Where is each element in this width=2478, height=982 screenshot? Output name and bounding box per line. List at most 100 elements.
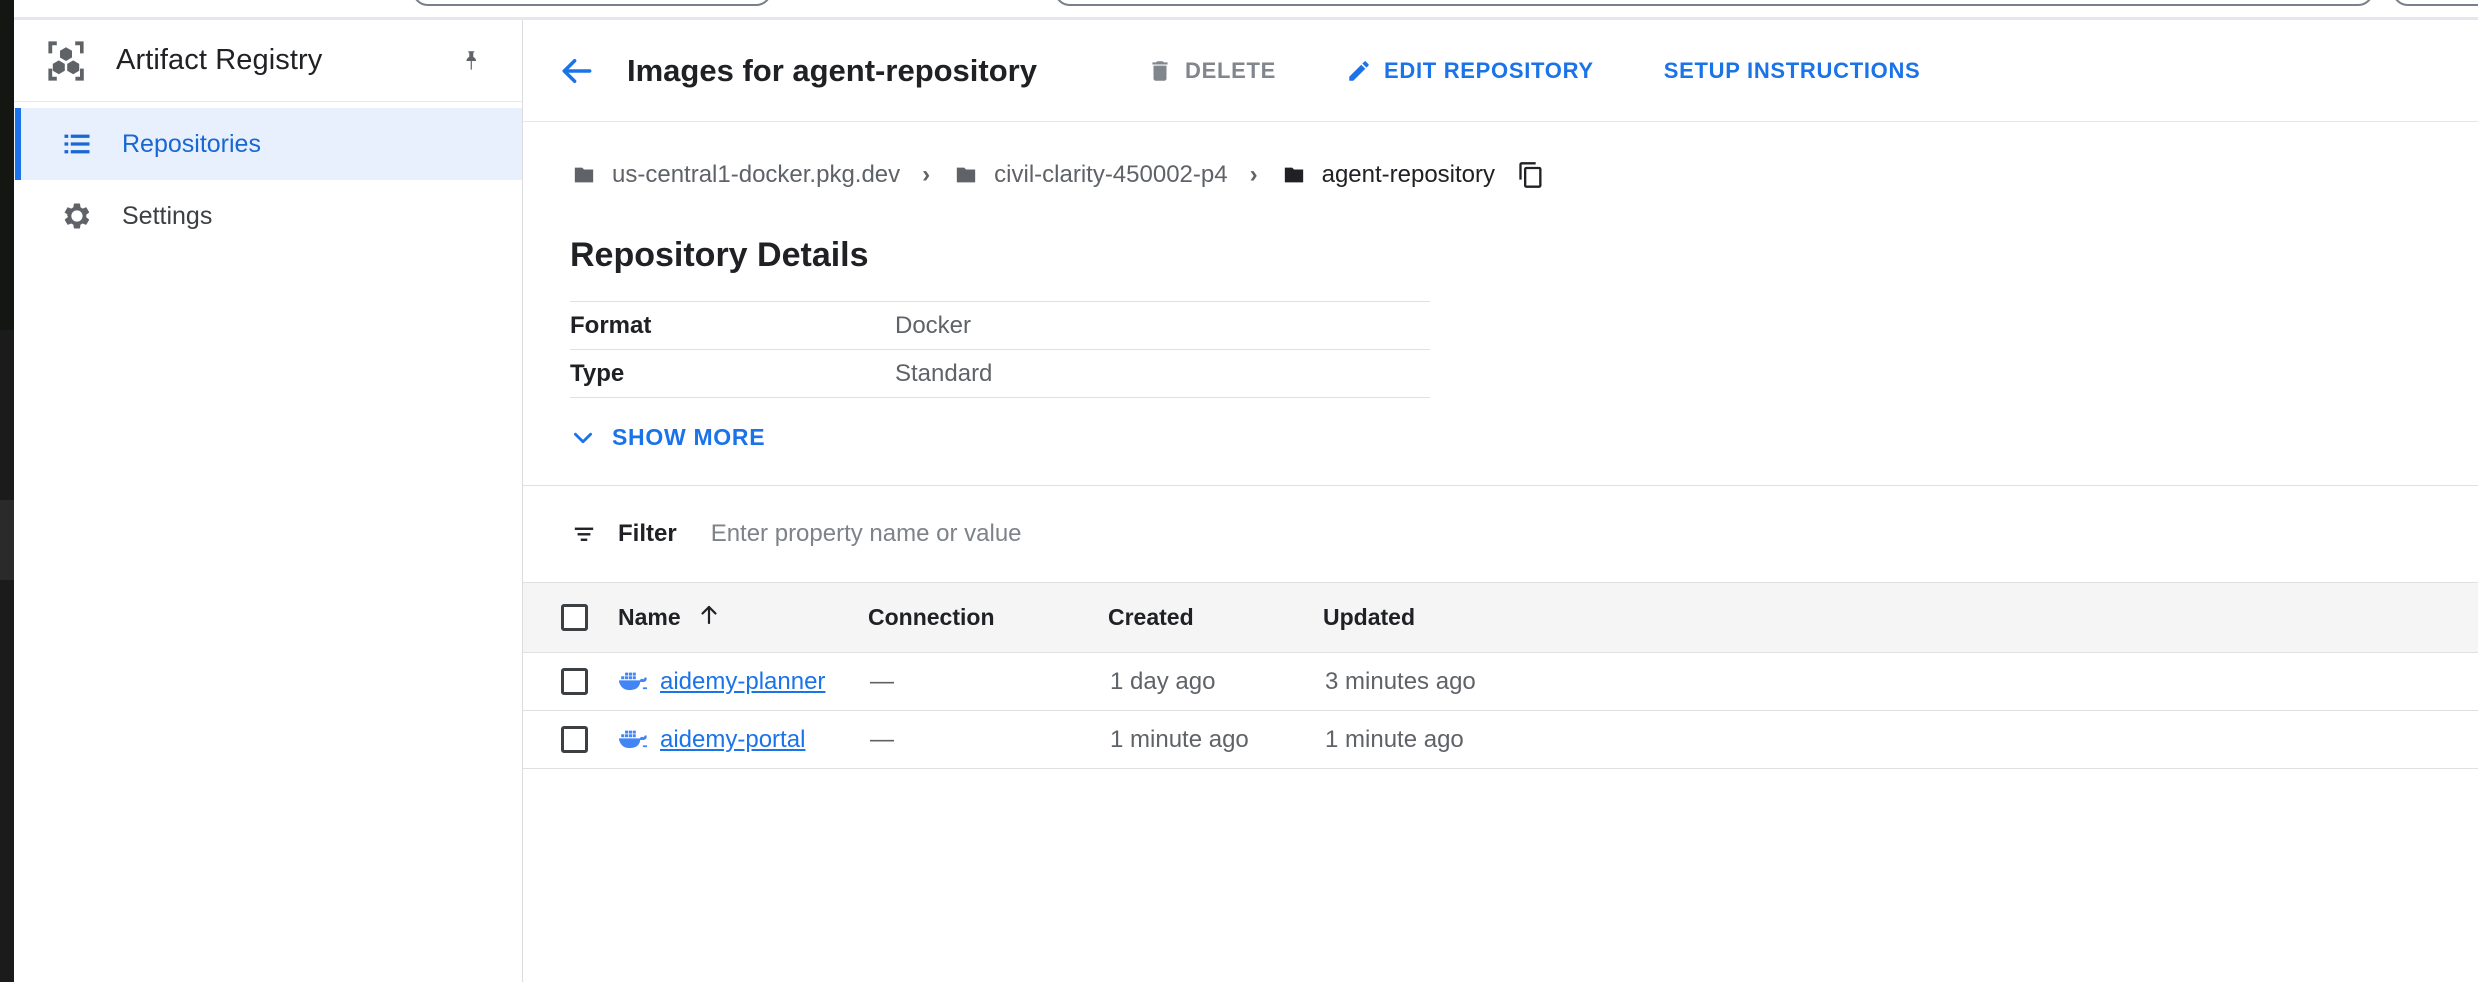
desktop-edge-band-mid: [0, 500, 14, 580]
table-header-row: Name Connection Created: [523, 583, 2478, 653]
breadcrumb-item-label: civil-clarity-450002-p4: [994, 161, 1227, 189]
copy-icon[interactable]: [1517, 160, 1545, 190]
sidebar-item-label: Settings: [122, 202, 212, 231]
filter-label: Filter: [618, 520, 677, 548]
trash-icon: [1147, 58, 1173, 84]
images-table: Name Connection Created: [523, 582, 2478, 769]
breadcrumb-item-label: agent-repository: [1322, 161, 1495, 189]
table-header-updated[interactable]: Updated: [1323, 583, 1623, 653]
setup-instructions-button[interactable]: SETUP INSTRUCTIONS: [1648, 42, 1937, 100]
page-title: Images for agent-repository: [627, 53, 1037, 89]
details-value: Standard: [895, 350, 1430, 398]
show-more-button[interactable]: SHOW MORE: [570, 424, 765, 451]
breadcrumb-item-registry[interactable]: us-central1-docker.pkg.dev: [570, 161, 900, 189]
folder-icon: [570, 164, 598, 186]
folder-icon-filled: [1280, 164, 1308, 186]
row-created-value: 1 day ago: [1108, 668, 1215, 695]
table-header-select: [523, 583, 618, 653]
delete-button-label: DELETE: [1185, 58, 1276, 84]
details-key: Format: [570, 302, 895, 350]
row-select-cell: [523, 711, 618, 769]
repository-details-table: Format Docker Type Standard: [570, 301, 1430, 398]
breadcrumb-item-project[interactable]: civil-clarity-450002-p4: [952, 161, 1227, 189]
browser-omnibox-fragment[interactable]: [1054, 0, 2374, 6]
browser-tab-fragment-1[interactable]: [412, 0, 772, 6]
setup-instructions-button-label: SETUP INSTRUCTIONS: [1664, 58, 1921, 84]
image-name-link[interactable]: aidemy-planner: [660, 668, 825, 696]
row-connection-value: —: [868, 668, 894, 695]
table-header-created-label: Created: [1108, 604, 1194, 631]
brand-title: Artifact Registry: [116, 44, 322, 77]
table-header-connection[interactable]: Connection: [868, 583, 1108, 653]
row-updated-value: 1 minute ago: [1323, 726, 1464, 753]
row-checkbox[interactable]: [561, 668, 588, 695]
sidebar: Artifact Registry Repositories: [14, 20, 523, 982]
gear-icon: [62, 201, 92, 231]
select-all-checkbox[interactable]: [561, 604, 588, 631]
table-header-updated-label: Updated: [1323, 604, 1415, 631]
table-header-name[interactable]: Name: [618, 583, 868, 653]
row-connection-cell: —: [868, 711, 1108, 769]
table-row[interactable]: aidemy-planner — 1 day ago 3 minutes ago: [523, 653, 2478, 711]
sidebar-item-repositories[interactable]: Repositories: [14, 108, 522, 180]
browser-tab-fragment-2[interactable]: [2392, 0, 2478, 6]
details-value: Docker: [895, 302, 1430, 350]
filter-input[interactable]: [711, 520, 1611, 548]
edit-repository-button-label: EDIT REPOSITORY: [1384, 58, 1594, 84]
brand-header: Artifact Registry: [14, 20, 522, 102]
table-row[interactable]: aidemy-portal — 1 minute ago 1 minute ag…: [523, 711, 2478, 769]
browser-chrome-sliver: [14, 0, 2478, 17]
pin-icon[interactable]: [458, 48, 484, 74]
sidebar-item-label: Repositories: [122, 130, 261, 159]
image-name-link[interactable]: aidemy-portal: [660, 726, 805, 754]
delete-button[interactable]: DELETE: [1131, 42, 1292, 100]
breadcrumb-item-repository: agent-repository: [1280, 161, 1495, 189]
details-key: Type: [570, 350, 895, 398]
sidebar-nav: Repositories Settings: [14, 102, 522, 252]
row-name-cell: aidemy-planner: [618, 653, 868, 711]
folder-icon: [952, 164, 980, 186]
row-name-cell: aidemy-portal: [618, 711, 868, 769]
row-updated-value: 3 minutes ago: [1323, 668, 1476, 695]
table-header-created[interactable]: Created: [1108, 583, 1323, 653]
row-spacer-cell: [1623, 711, 2478, 769]
arrow-up-icon: [697, 603, 721, 633]
row-checkbox[interactable]: [561, 726, 588, 753]
details-row: Format Docker: [570, 302, 1430, 350]
desktop-edge-strip: [0, 0, 14, 982]
row-connection-value: —: [868, 726, 894, 753]
docker-icon: [618, 670, 648, 694]
sidebar-item-settings[interactable]: Settings: [14, 180, 522, 252]
filter-bar: Filter: [523, 486, 2478, 582]
row-select-cell: [523, 653, 618, 711]
breadcrumb-separator: ›: [1250, 161, 1258, 189]
show-more-label: SHOW MORE: [612, 424, 765, 451]
filter-icon[interactable]: [570, 523, 598, 545]
table-header-connection-label: Connection: [868, 604, 995, 631]
artifact-registry-icon: [42, 37, 90, 85]
details-row: Type Standard: [570, 350, 1430, 398]
repository-details-title: Repository Details: [570, 236, 2478, 275]
row-updated-cell: 1 minute ago: [1323, 711, 1623, 769]
header-actions: DELETE EDIT REPOSITORY SETUP INSTRUCTION…: [1131, 42, 1974, 100]
row-created-cell: 1 minute ago: [1108, 711, 1323, 769]
breadcrumb: us-central1-docker.pkg.dev › civil-clari…: [570, 122, 2478, 190]
breadcrumb-item-label: us-central1-docker.pkg.dev: [612, 161, 900, 189]
row-created-cell: 1 day ago: [1108, 653, 1323, 711]
desktop-edge-band-top: [0, 0, 14, 330]
edit-repository-button[interactable]: EDIT REPOSITORY: [1330, 42, 1610, 100]
row-created-value: 1 minute ago: [1108, 726, 1249, 753]
app-root: Artifact Registry Repositories: [0, 0, 2478, 982]
pencil-icon: [1346, 58, 1372, 84]
row-spacer-cell: [1623, 653, 2478, 711]
main-body: us-central1-docker.pkg.dev › civil-clari…: [523, 122, 2478, 485]
main-content: Images for agent-repository DELETE EDIT …: [523, 20, 2478, 982]
chevron-down-icon: [570, 425, 596, 451]
row-connection-cell: —: [868, 653, 1108, 711]
row-updated-cell: 3 minutes ago: [1323, 653, 1623, 711]
arrow-left-icon[interactable]: [555, 49, 599, 93]
breadcrumb-separator: ›: [922, 161, 930, 189]
list-icon: [62, 129, 92, 159]
table-header-spacer: [1623, 583, 2478, 653]
page-header: Images for agent-repository DELETE EDIT …: [523, 20, 2478, 122]
